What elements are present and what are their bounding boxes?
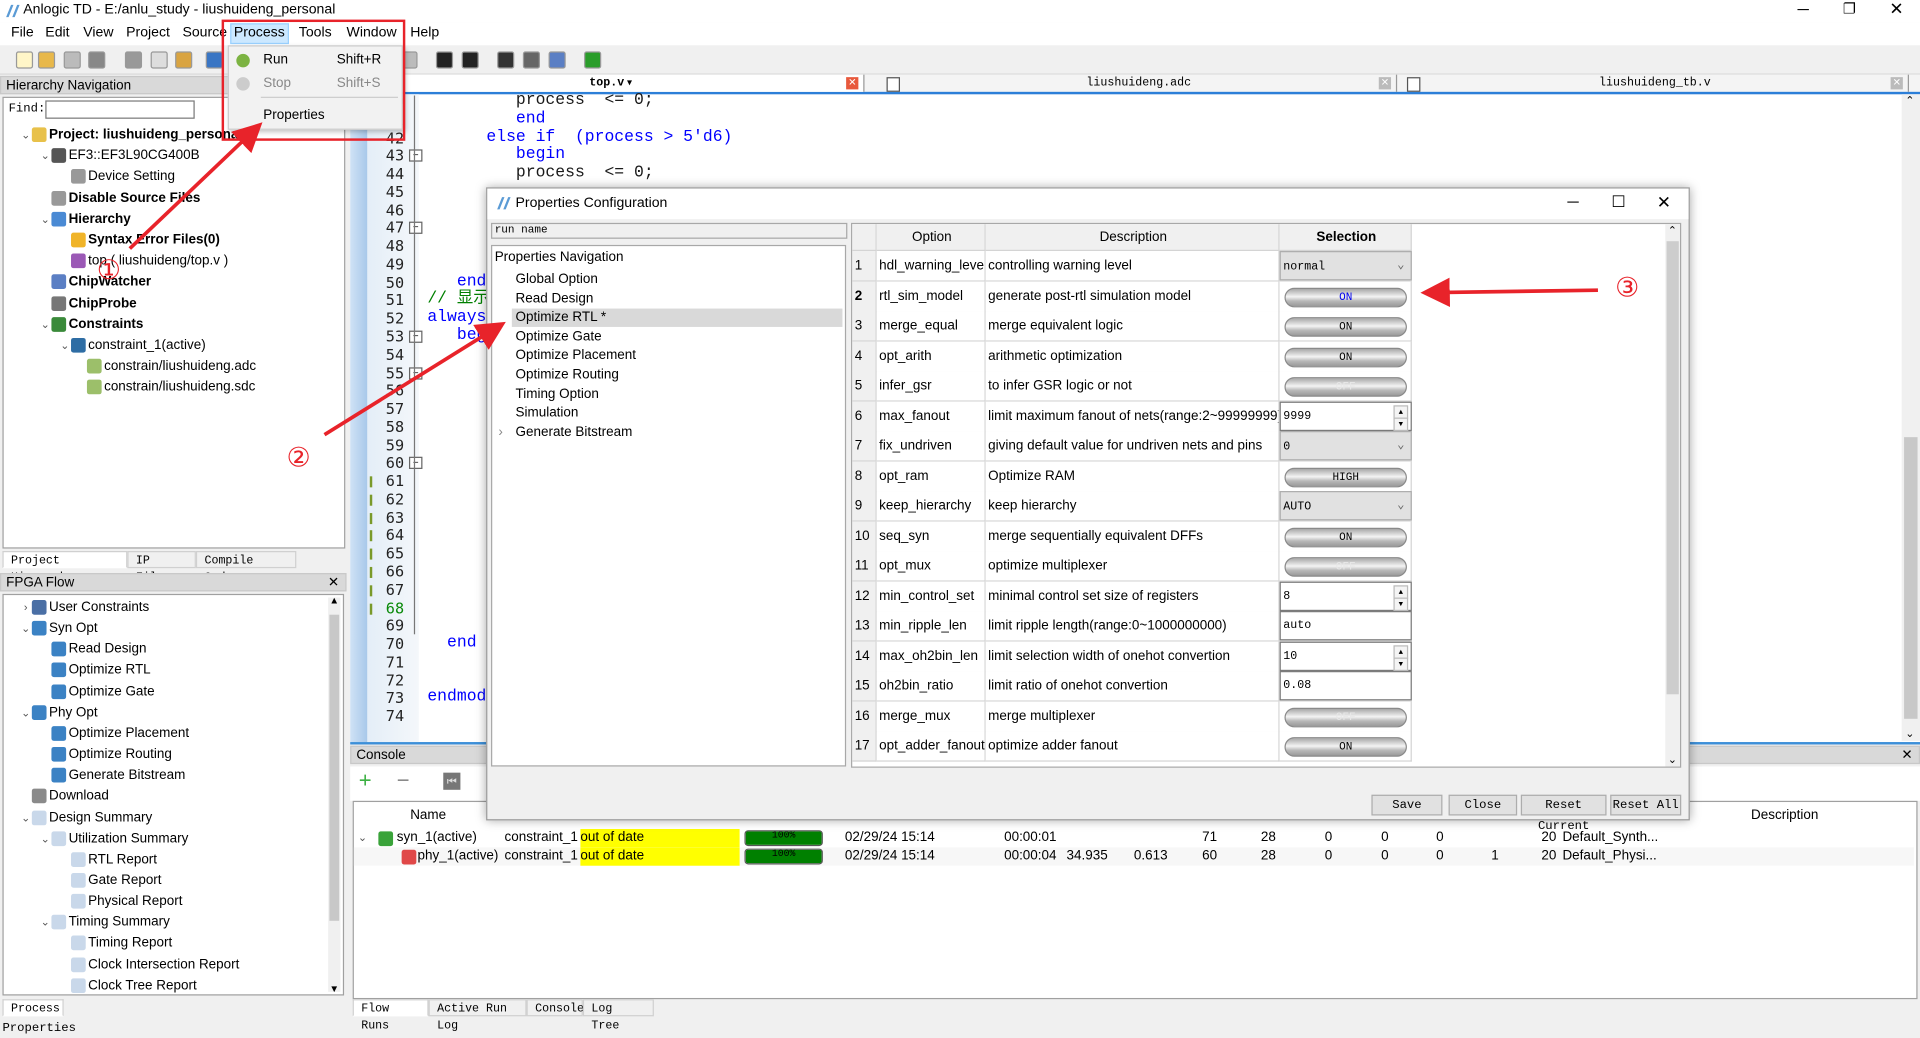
app-window: Anlogic TD - E:/anlu_study - liushuideng… — [0, 0, 1920, 1038]
annotation-label-2: ② — [286, 442, 311, 473]
annotation-arrow-1 — [128, 122, 263, 250]
annotation-label-1: ① — [96, 254, 121, 286]
annotation-arrow-3 — [1420, 277, 1598, 308]
annotation-arrow-2 — [323, 321, 506, 437]
annotation-arrows — [128, 122, 1598, 437]
annotation-label-3: ③ — [1615, 271, 1640, 303]
